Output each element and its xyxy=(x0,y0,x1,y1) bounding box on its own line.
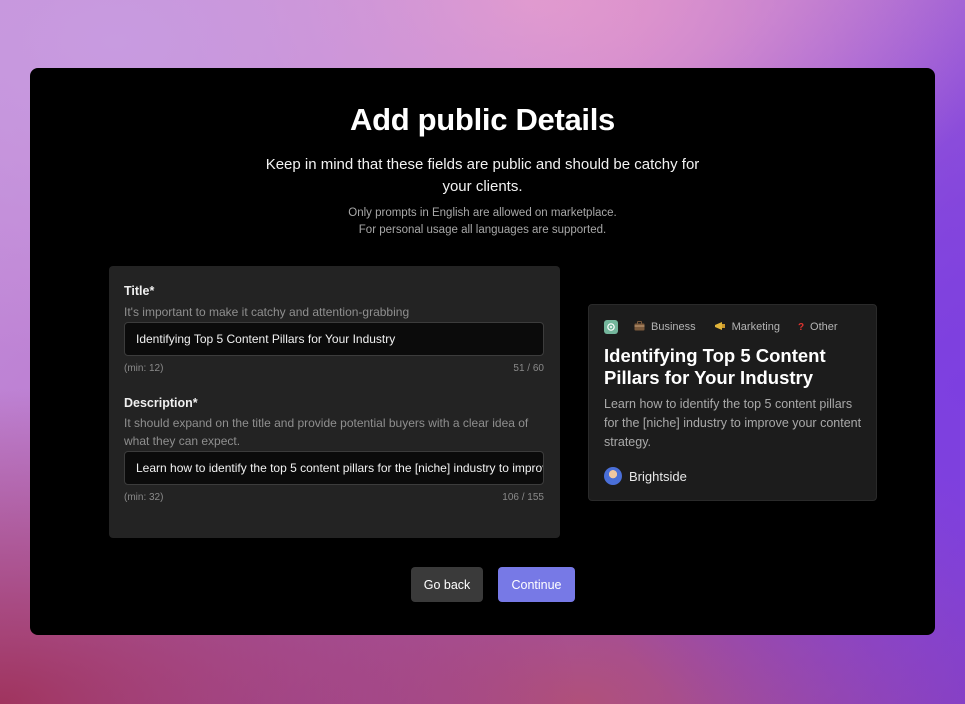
language-note-line-1: Only prompts in English are allowed on m… xyxy=(348,207,617,219)
title-label: Title* xyxy=(124,284,155,298)
author-name: Brightside xyxy=(629,468,687,484)
tag-business-label: Business xyxy=(651,321,696,333)
preview-description: Learn how to identify the top 5 content … xyxy=(604,397,862,449)
tag-other: ? Other xyxy=(798,321,838,333)
tag-marketing-label: Marketing xyxy=(731,321,780,333)
description-input[interactable]: Learn how to identify the top 5 content … xyxy=(124,451,544,485)
title-input[interactable]: Identifying Top 5 Content Pillars for Yo… xyxy=(124,322,544,356)
preview-card: Business Marketing ? Other Identifying T… xyxy=(588,304,877,501)
tag-other-label: Other xyxy=(810,321,838,333)
megaphone-icon xyxy=(714,321,726,334)
description-help: It should expand on the title and provid… xyxy=(124,416,529,448)
language-note: Only prompts in English are allowed on m… xyxy=(30,205,935,239)
description-label: Description* xyxy=(124,396,198,410)
title-min-length: (min: 12) xyxy=(124,363,164,374)
preview-tags: Business Marketing ? Other xyxy=(604,319,856,335)
preview-title: Identifying Top 5 Content Pillars for Yo… xyxy=(604,345,826,388)
details-form: Title* It's important to make it catchy … xyxy=(109,266,560,538)
page-title: Add public Details xyxy=(349,102,616,137)
subheading: Keep in mind that these fields are publi… xyxy=(265,156,700,195)
language-note-line-2: For personal usage all languages are sup… xyxy=(358,224,607,236)
description-min-length: (min: 32) xyxy=(124,492,164,503)
tag-marketing: Marketing xyxy=(714,321,780,334)
chatgpt-icon xyxy=(604,320,618,334)
continue-button[interactable]: Continue xyxy=(498,567,575,602)
go-back-button[interactable]: Go back xyxy=(411,567,483,602)
question-mark-icon: ? xyxy=(797,321,805,333)
author: Brightside xyxy=(604,467,687,485)
tag-business: Business xyxy=(634,320,696,334)
details-modal: Add public Details Keep in mind that the… xyxy=(30,68,935,635)
title-help: It's important to make it catchy and att… xyxy=(124,305,410,319)
avatar xyxy=(604,467,622,485)
description-char-count: 106 / 155 xyxy=(502,492,544,503)
title-char-count: 51 / 60 xyxy=(513,363,544,374)
briefcase-icon xyxy=(634,320,645,334)
